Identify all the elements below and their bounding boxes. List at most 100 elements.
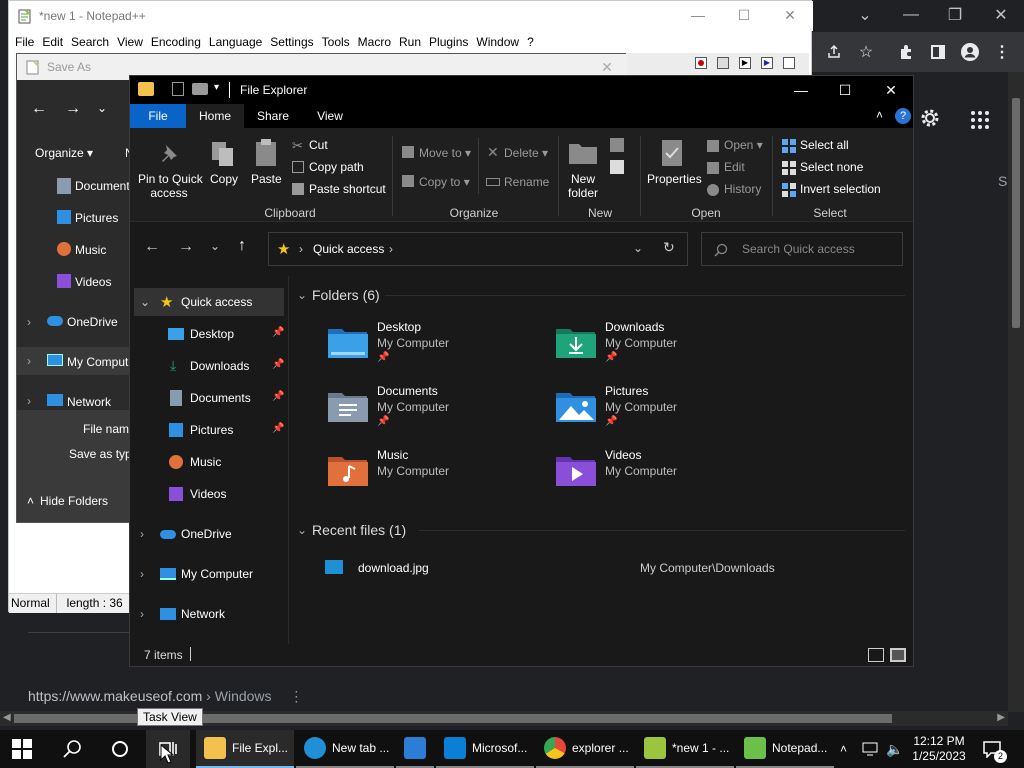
- new-item-icon[interactable]: [610, 138, 624, 152]
- nav-videos[interactable]: Videos: [75, 275, 111, 289]
- expand-chevron-icon[interactable]: ›: [140, 527, 144, 541]
- expand-chevron-icon[interactable]: ›: [140, 607, 144, 621]
- nav-onedrive[interactable]: › OneDrive: [130, 520, 286, 548]
- move-to-button[interactable]: Move to ▾: [419, 146, 471, 160]
- menu-view[interactable]: View: [117, 32, 151, 52]
- delete-button[interactable]: Delete ▾: [504, 146, 548, 160]
- breadcrumb-separator-icon[interactable]: ›: [299, 242, 303, 256]
- show-hidden-icons[interactable]: ˄: [840, 730, 847, 768]
- search-box[interactable]: Search Quick access: [701, 232, 903, 266]
- pin-to-quick-access-button[interactable]: Pin to Quick access: [138, 172, 203, 200]
- menu-kebab-icon[interactable]: ⋮: [988, 38, 1016, 66]
- nav-videos[interactable]: Videos: [130, 480, 286, 508]
- menu-settings[interactable]: Settings: [270, 32, 321, 52]
- share-icon[interactable]: [820, 38, 848, 66]
- maximize-button[interactable]: ☐: [822, 76, 868, 104]
- forward-icon[interactable]: →: [178, 238, 194, 256]
- menu-file[interactable]: File: [15, 32, 42, 52]
- side-panel-icon[interactable]: [924, 38, 952, 66]
- copy-path-button[interactable]: Copy path: [309, 160, 364, 174]
- close-button[interactable]: ✕: [868, 76, 914, 104]
- organize-button[interactable]: Organize ▾: [35, 146, 93, 160]
- volume-icon[interactable]: 🔈: [886, 730, 903, 768]
- expand-chevron-icon[interactable]: ›: [27, 354, 31, 368]
- edit-button[interactable]: Edit: [724, 160, 745, 174]
- nav-pictures[interactable]: Pictures 📌: [130, 416, 286, 444]
- result-url[interactable]: https://www.makeuseof.com › Windows ⋮: [28, 688, 303, 705]
- copy-button[interactable]: Copy: [210, 172, 238, 186]
- menu-language[interactable]: Language: [209, 32, 270, 52]
- paste-shortcut-button[interactable]: Paste shortcut: [309, 182, 386, 196]
- select-all-button[interactable]: Select all: [800, 138, 849, 152]
- apps-grid-icon[interactable]: [970, 110, 990, 130]
- tab-list-icon[interactable]: ⌄: [842, 0, 888, 30]
- vertical-scrollbar[interactable]: [1008, 72, 1024, 712]
- restore-button[interactable]: ❐: [932, 0, 978, 30]
- rename-button[interactable]: Rename: [504, 175, 549, 189]
- minimize-button[interactable]: —: [888, 0, 934, 30]
- nav-pictures[interactable]: Pictures: [75, 211, 118, 225]
- cortana-button[interactable]: [110, 730, 130, 768]
- tab-view[interactable]: View: [302, 104, 358, 128]
- folder-tile-pictures[interactable]: Pictures My Computer 📌: [555, 384, 775, 440]
- expand-chevron-icon[interactable]: ›: [27, 394, 31, 408]
- menu-tools[interactable]: Tools: [322, 32, 358, 52]
- collapse-ribbon-icon[interactable]: ˄: [876, 108, 883, 122]
- collapse-chevron-icon[interactable]: ⌄: [297, 288, 307, 302]
- expand-chevron-icon[interactable]: ›: [27, 315, 31, 329]
- nav-music[interactable]: Music: [130, 448, 286, 476]
- address-bar[interactable]: ★ › Quick access › ⌄ ↻: [268, 232, 688, 266]
- scroll-left-icon[interactable]: ◀: [3, 712, 11, 723]
- folders-header[interactable]: Folders (6): [312, 287, 380, 303]
- up-icon[interactable]: ↑: [238, 237, 246, 255]
- folder-tile-music[interactable]: Music My Computer: [327, 448, 547, 504]
- nav-quick-access[interactable]: ⌄ ★ Quick access: [134, 288, 284, 316]
- cut-button[interactable]: Cut: [309, 138, 328, 152]
- address-dropdown-icon[interactable]: ⌄: [633, 241, 643, 255]
- paste-button[interactable]: Paste: [251, 172, 282, 186]
- nav-documents[interactable]: Documents: [75, 179, 136, 193]
- scroll-thumb[interactable]: [1012, 98, 1020, 328]
- extensions-icon[interactable]: [892, 38, 920, 66]
- nav-network[interactable]: › Network: [130, 600, 286, 628]
- taskbar-app-chrome[interactable]: explorer ...: [536, 730, 634, 768]
- nav-onedrive[interactable]: OneDrive: [67, 315, 118, 329]
- back-icon[interactable]: ←: [144, 238, 160, 256]
- collapse-chevron-icon[interactable]: ⌄: [140, 295, 150, 309]
- hide-folders-button[interactable]: ˄ Hide Folders: [27, 494, 108, 508]
- maximize-button[interactable]: ☐: [721, 1, 767, 29]
- back-icon[interactable]: ←: [31, 100, 47, 118]
- bookmark-star-icon[interactable]: ☆: [852, 38, 880, 66]
- network-tray-icon[interactable]: [862, 730, 878, 768]
- breadcrumb-quick-access[interactable]: Quick access: [313, 242, 384, 256]
- nav-my-computer[interactable]: › My Computer: [130, 560, 286, 588]
- menu-run[interactable]: Run: [399, 32, 429, 52]
- nav-network[interactable]: Network: [67, 395, 111, 409]
- save-macro-icon[interactable]: [783, 57, 795, 69]
- menu-edit[interactable]: Edit: [42, 32, 71, 52]
- invert-selection-button[interactable]: Invert selection: [800, 182, 881, 196]
- properties-button[interactable]: Properties: [647, 172, 702, 186]
- task-view-button[interactable]: [146, 730, 190, 768]
- menu-search[interactable]: Search: [71, 32, 117, 52]
- breadcrumb-separator-icon[interactable]: ›: [389, 242, 393, 256]
- profile-icon[interactable]: [956, 38, 984, 66]
- minimize-button[interactable]: —: [778, 76, 824, 104]
- history-button[interactable]: History: [724, 182, 761, 196]
- recent-files-header[interactable]: Recent files (1): [312, 522, 406, 538]
- recent-file-row[interactable]: download.jpg My Computer\Downloads: [315, 556, 911, 580]
- collapse-chevron-icon[interactable]: ⌄: [297, 523, 307, 537]
- select-none-button[interactable]: Select none: [800, 160, 863, 174]
- menu-macro[interactable]: Macro: [358, 32, 399, 52]
- tab-home[interactable]: Home: [186, 104, 244, 128]
- help-icon[interactable]: ?: [895, 108, 911, 124]
- play-macro-icon[interactable]: ▶: [739, 57, 751, 69]
- folder-tile-videos[interactable]: Videos My Computer: [555, 448, 775, 504]
- close-button[interactable]: ✕: [978, 0, 1024, 30]
- details-view-icon[interactable]: [868, 648, 884, 662]
- start-button[interactable]: [12, 730, 32, 768]
- menu-window[interactable]: Window: [476, 32, 527, 52]
- menu-encoding[interactable]: Encoding: [151, 32, 209, 52]
- taskbar-app-store[interactable]: Microsof...: [436, 730, 534, 768]
- nav-documents[interactable]: Documents 📌: [130, 384, 286, 412]
